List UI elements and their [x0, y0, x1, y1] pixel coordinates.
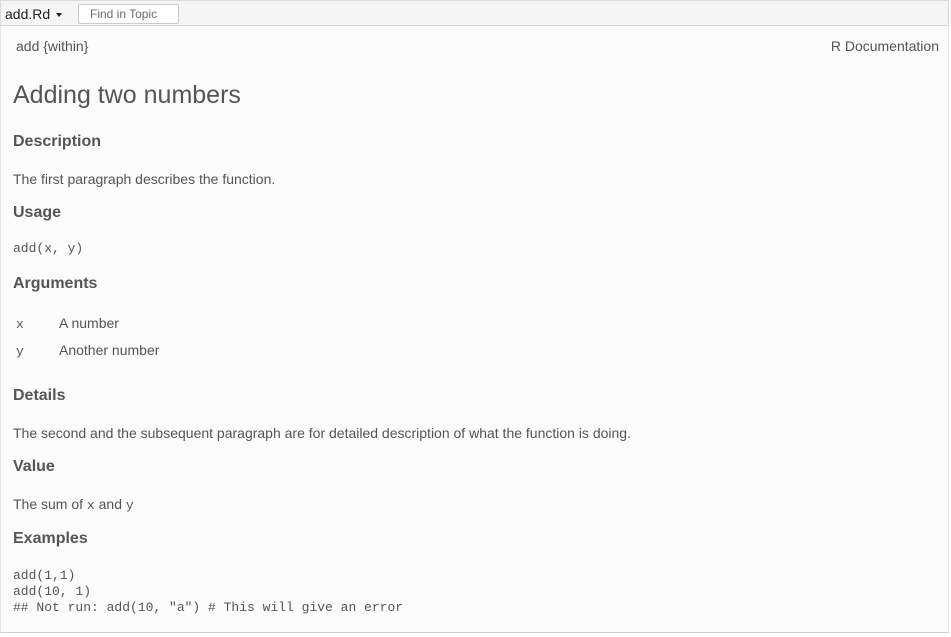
r-documentation-label: R Documentation: [830, 38, 939, 54]
value-text-and: and: [94, 496, 126, 512]
example-line: add(1,1): [13, 568, 76, 583]
usage-code: add(x, y): [13, 241, 84, 256]
description-heading: Description: [13, 133, 102, 150]
value-text: The sum of x and y: [13, 496, 134, 513]
argument-name: y: [16, 344, 24, 359]
caret-down-icon: [56, 13, 63, 17]
examples-heading: Examples: [13, 530, 88, 547]
argument-description: A number: [59, 315, 119, 331]
argument-description: Another number: [59, 342, 160, 358]
help-toolbar: add.Rd: [0, 0, 949, 26]
argument-name: x: [16, 317, 24, 332]
value-heading: Value: [13, 458, 55, 475]
example-line: add(10, 1): [13, 584, 92, 599]
description-text: The first paragraph describes the functi…: [13, 171, 276, 187]
value-code-y: y: [125, 498, 134, 513]
page-title: Adding two numbers: [13, 81, 241, 109]
details-heading: Details: [13, 387, 66, 404]
value-code-x: x: [86, 498, 95, 513]
value-text-prefix: The sum of: [13, 496, 87, 512]
details-text: The second and the subsequent paragraph …: [13, 425, 631, 441]
help-content: add {within} R Documentation Adding two …: [0, 26, 949, 633]
topic-dropdown[interactable]: add.Rd: [5, 4, 63, 24]
topic-package-label: add {within}: [16, 38, 89, 54]
usage-heading: Usage: [13, 204, 62, 221]
topic-dropdown-label: add.Rd: [5, 6, 51, 22]
example-line: ## Not run: add(10, "a") # This will giv…: [13, 600, 404, 615]
arguments-heading: Arguments: [13, 275, 98, 292]
find-in-topic-input[interactable]: [78, 4, 179, 24]
